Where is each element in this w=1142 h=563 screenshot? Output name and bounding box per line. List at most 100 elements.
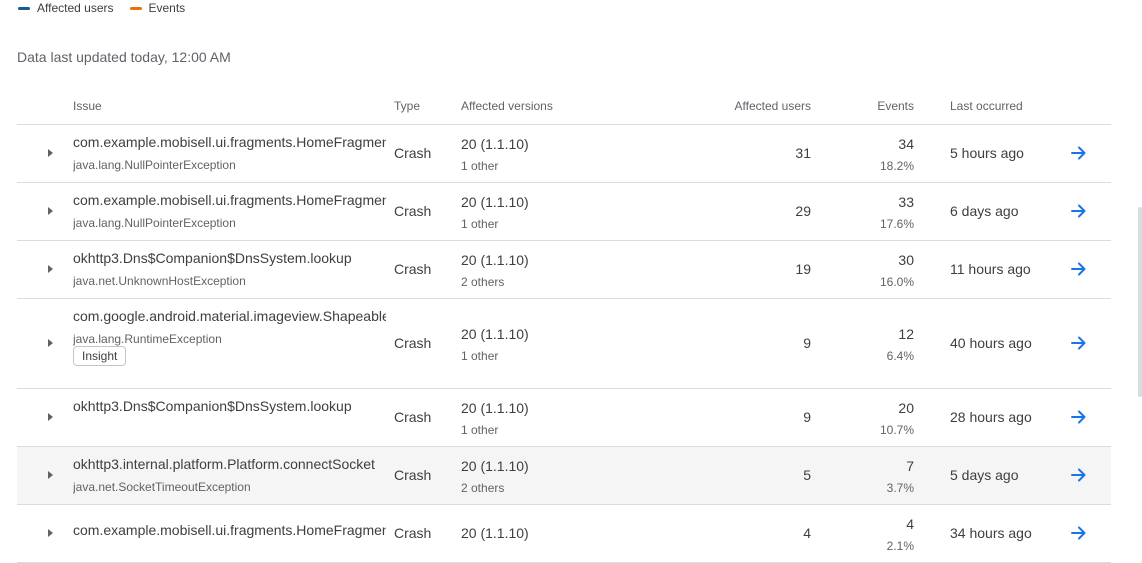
last-occurred: 11 hours ago — [950, 261, 1031, 277]
affected-versions-others[interactable]: 1 other — [461, 217, 498, 231]
affected-version: 20 (1.1.10) — [461, 400, 529, 416]
events-count: 34 — [898, 136, 914, 152]
table-row[interactable]: com.example.mobisell.ui.fragments.HomeFr… — [17, 505, 1111, 563]
events-percent: 3.7% — [886, 481, 914, 495]
expand-triangle-icon[interactable] — [45, 470, 55, 480]
table-row[interactable]: okhttp3.Dns$Companion$DnsSystem.lookup ja… — [17, 241, 1111, 299]
issue-title[interactable]: com.example.mobisell.ui.fragments.HomeFr… — [73, 134, 386, 150]
affected-versions-others[interactable]: 1 other — [461, 349, 498, 363]
affected-users-count: 5 — [803, 467, 811, 483]
affected-version: 20 (1.1.10) — [461, 458, 529, 474]
arrow-right-icon[interactable] — [1069, 465, 1089, 485]
events-count: 4 — [906, 516, 914, 532]
events-count: 7 — [906, 458, 914, 474]
table-body: com.example.mobisell.ui.fragments.HomeFr… — [17, 125, 1111, 563]
issue-exception: java.net.SocketTimeoutException — [73, 480, 251, 494]
issue-exception: java.lang.NullPointerException — [73, 158, 236, 172]
table-row[interactable]: com.google.android.material.imageview.Sh… — [17, 299, 1111, 389]
issue-exception: java.lang.RuntimeException — [73, 332, 222, 346]
issue-type: Crash — [394, 203, 432, 219]
arrow-right-icon[interactable] — [1069, 407, 1089, 427]
events-percent: 18.2% — [879, 159, 914, 173]
last-occurred: 5 days ago — [950, 467, 1019, 483]
column-header-issue[interactable]: Issue — [73, 99, 102, 113]
arrow-right-icon[interactable] — [1069, 333, 1089, 353]
expand-triangle-icon[interactable] — [45, 206, 55, 216]
legend-label: Events — [148, 1, 186, 15]
affected-users-count: 29 — [795, 203, 811, 219]
expand-triangle-icon[interactable] — [45, 264, 55, 274]
table-row[interactable]: okhttp3.Dns$Companion$DnsSystem.lookup Cr… — [17, 389, 1111, 447]
issue-title[interactable]: okhttp3.Dns$Companion$DnsSystem.lookup — [73, 250, 386, 266]
affected-versions-others[interactable]: 1 other — [461, 423, 498, 437]
column-header-affected-users[interactable]: Affected users — [735, 99, 812, 113]
affected-version: 20 (1.1.10) — [461, 252, 529, 268]
issue-title[interactable]: com.google.android.material.imageview.Sh… — [73, 308, 386, 324]
affected-version: 20 (1.1.10) — [461, 194, 529, 210]
issue-type: Crash — [394, 525, 432, 541]
events-percent: 10.7% — [879, 423, 914, 437]
arrow-right-icon[interactable] — [1069, 143, 1089, 163]
issue-type: Crash — [394, 467, 432, 483]
expand-triangle-icon[interactable] — [45, 528, 55, 538]
last-occurred: 40 hours ago — [950, 335, 1032, 351]
table-row[interactable]: okhttp3.internal.platform.Platform.conne… — [17, 447, 1111, 505]
last-occurred: 28 hours ago — [950, 409, 1032, 425]
events-percent: 17.6% — [879, 217, 914, 231]
legend-swatch-icon — [129, 6, 142, 10]
events-percent: 6.4% — [886, 349, 914, 363]
arrow-right-icon[interactable] — [1069, 523, 1089, 543]
table-row[interactable]: com.example.mobisell.ui.fragments.HomeFr… — [17, 125, 1111, 183]
column-header-type[interactable]: Type — [394, 99, 420, 113]
events-count: 20 — [898, 400, 914, 416]
data-updated-text: Data last updated today, 12:00 AM — [17, 49, 231, 65]
expand-triangle-icon[interactable] — [45, 148, 55, 158]
affected-users-count: 9 — [803, 335, 811, 351]
events-percent: 2.1% — [886, 539, 914, 553]
issue-title[interactable]: okhttp3.Dns$Companion$DnsSystem.lookup — [73, 398, 386, 414]
events-count: 33 — [898, 194, 914, 210]
affected-version: 20 (1.1.10) — [461, 136, 529, 152]
affected-version: 20 (1.1.10) — [461, 525, 529, 541]
issue-type: Crash — [394, 261, 432, 277]
last-occurred: 34 hours ago — [950, 525, 1032, 541]
chart-legend: Affected users Events — [18, 0, 201, 16]
table-row[interactable]: com.example.mobisell.ui.fragments.HomeFr… — [17, 183, 1111, 241]
legend-label: Affected users — [37, 1, 114, 15]
last-occurred: 5 hours ago — [950, 145, 1024, 161]
issue-type: Crash — [394, 145, 432, 161]
issue-type: Crash — [394, 409, 432, 425]
legend-swatch-icon — [18, 6, 30, 10]
legend-events[interactable]: Events — [129, 1, 186, 15]
scrollbar[interactable] — [1138, 207, 1142, 397]
issues-table: Issue Type Affected versions Affected us… — [17, 88, 1111, 563]
affected-users-count: 9 — [803, 409, 811, 425]
issue-exception: java.lang.NullPointerException — [73, 216, 236, 230]
affected-users-count: 31 — [795, 145, 811, 161]
affected-versions-others[interactable]: 2 others — [461, 481, 504, 495]
arrow-right-icon[interactable] — [1069, 259, 1089, 279]
events-count: 12 — [898, 326, 914, 342]
issue-exception: java.net.UnknownHostException — [73, 274, 246, 288]
insight-badge[interactable]: Insight — [73, 346, 127, 366]
issue-title[interactable]: com.example.mobisell.ui.fragments.HomeFr… — [73, 192, 386, 208]
legend-affected-users[interactable]: Affected users — [18, 1, 114, 15]
affected-version: 20 (1.1.10) — [461, 326, 529, 342]
arrow-right-icon[interactable] — [1069, 201, 1089, 221]
column-header-affected-versions[interactable]: Affected versions — [461, 99, 553, 113]
issue-title[interactable]: okhttp3.internal.platform.Platform.conne… — [73, 456, 386, 472]
affected-users-count: 19 — [795, 261, 811, 277]
expand-triangle-icon[interactable] — [45, 338, 55, 348]
issue-title[interactable]: com.example.mobisell.ui.fragments.HomeFr… — [73, 522, 386, 538]
expand-triangle-icon[interactable] — [45, 412, 55, 422]
affected-versions-others[interactable]: 2 others — [461, 275, 504, 289]
table-header: Issue Type Affected versions Affected us… — [17, 88, 1111, 125]
column-header-last-occurred[interactable]: Last occurred — [950, 99, 1023, 113]
affected-users-count: 4 — [803, 525, 811, 541]
affected-versions-others[interactable]: 1 other — [461, 159, 498, 173]
events-count: 30 — [898, 252, 914, 268]
column-header-events[interactable]: Events — [877, 99, 914, 113]
last-occurred: 6 days ago — [950, 203, 1019, 219]
issue-type: Crash — [394, 335, 432, 351]
events-percent: 16.0% — [879, 275, 914, 289]
